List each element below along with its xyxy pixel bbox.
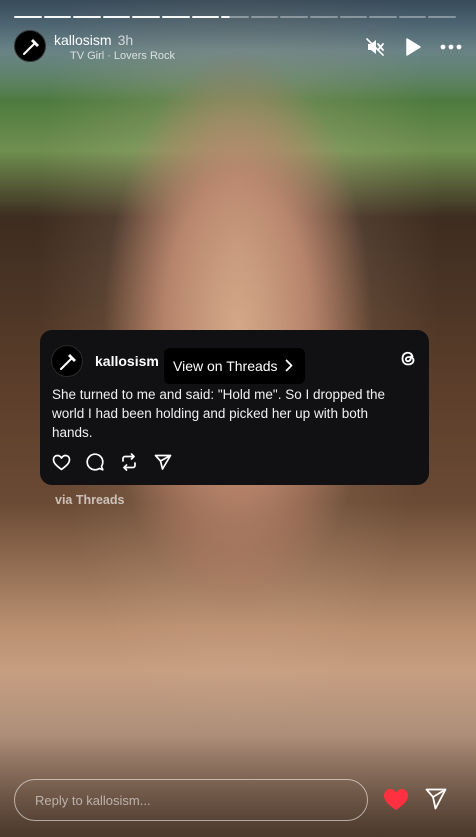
progress-segment [43,16,72,18]
send-button[interactable] [425,788,447,815]
avatar[interactable] [14,30,46,62]
user-info: kallosism 3h [54,32,133,48]
heart-icon [52,454,70,470]
threads-icon [401,351,415,366]
card-username[interactable]: kallosism [95,353,159,369]
via-threads-label: via Threads [55,493,125,507]
more-options-button[interactable] [440,36,462,58]
mute-icon [366,38,384,56]
story-progress-bar [14,16,456,18]
progress-segment [14,16,42,18]
mute-button[interactable] [364,36,386,58]
progress-segment [250,16,279,18]
progress-segment [73,16,101,18]
progress-segment [191,16,220,18]
card-avatar[interactable] [51,345,83,377]
progress-segment [398,16,427,18]
progress-segment [280,16,308,18]
threads-post-card[interactable]: kallosism View on Threads She turned to … [40,330,429,485]
play-icon [406,38,421,56]
play-button[interactable] [402,36,424,58]
comment-button[interactable] [85,452,105,472]
progress-segment [221,16,249,18]
like-heart-icon [384,789,408,810]
comment-icon [86,453,104,471]
more-icon [440,44,462,50]
progress-segment [102,16,131,18]
hammer-avatar-icon [23,39,39,55]
like-story-button[interactable] [383,788,409,816]
progress-segment [339,16,368,18]
music-separator: · [107,50,111,62]
post-text: She turned to me and said: "Hold me". So… [52,387,386,440]
share-button[interactable] [153,452,173,472]
music-artist: TV Girl [70,50,105,62]
progress-segment [132,16,160,18]
threads-logo-button[interactable] [399,348,417,373]
music-info[interactable]: TV Girl · Lovers Rock [70,50,175,62]
view-on-threads-button[interactable]: View on Threads [164,348,305,384]
share-icon [154,454,172,470]
progress-segment [369,16,397,18]
music-song: Lovers Rock [113,50,176,62]
progress-segment [428,16,456,18]
like-post-button[interactable] [51,452,71,472]
repost-button[interactable] [119,452,139,472]
chevron-right-icon [285,359,293,372]
repost-icon [122,453,136,471]
progress-segment [309,16,338,18]
send-icon [425,788,447,810]
post-time: 3h [117,32,134,48]
story-header: kallosism 3h TV Girl · Lovers Rock [14,30,462,64]
story-controls [364,36,462,58]
progress-segment [161,16,190,18]
post-actions [51,452,173,472]
username-link[interactable]: kallosism [54,32,112,48]
hammer-avatar-icon [60,354,76,370]
reply-input[interactable] [14,779,368,821]
view-on-threads-label: View on Threads [173,358,278,374]
